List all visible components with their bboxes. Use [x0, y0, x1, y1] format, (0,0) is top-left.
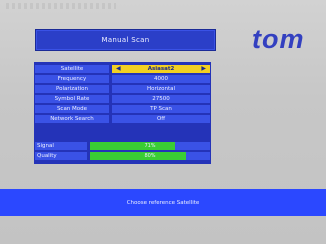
setting-value[interactable]: Horizontal	[112, 85, 210, 93]
setting-label: Network Search	[35, 115, 109, 123]
setting-row-symbol-rate[interactable]: Symbol Rate 27500	[34, 94, 211, 104]
setting-value-selected[interactable]: ◀ Asiasat2 ▶	[112, 65, 210, 73]
meter-percent: 80%	[144, 153, 156, 159]
setting-label: Polarization	[35, 85, 109, 93]
setting-row-network-search[interactable]: Network Search Off	[34, 114, 211, 124]
meter-label: Quality	[35, 152, 87, 160]
right-arrow-icon[interactable]: ▶	[201, 65, 206, 72]
setting-row-satellite[interactable]: Satellite ◀ Asiasat2 ▶	[34, 64, 211, 74]
setting-row-scan-mode[interactable]: Scan Mode TP Scan	[34, 104, 211, 114]
setting-value[interactable]: 4000	[112, 75, 210, 83]
setting-value[interactable]: 27500	[112, 95, 210, 103]
scan-settings-panel: Satellite ◀ Asiasat2 ▶ Frequency 4000 Po…	[34, 62, 211, 164]
quality-meter: Quality 80%	[34, 151, 211, 161]
setting-label: Satellite	[35, 65, 109, 73]
brand-logo: tom	[252, 24, 305, 54]
setting-value[interactable]: Off	[112, 115, 210, 123]
setting-row-frequency[interactable]: Frequency 4000	[34, 74, 211, 84]
meter-label: Signal	[35, 142, 87, 150]
setting-value[interactable]: TP Scan	[112, 105, 210, 113]
left-arrow-icon[interactable]: ◀	[116, 65, 121, 72]
tv-screen: Manual Scan tom Satellite ◀ Asiasat2 ▶ F…	[0, 0, 326, 244]
setting-label: Scan Mode	[35, 105, 109, 113]
meter-track: 71%	[90, 142, 210, 150]
meter-track: 80%	[90, 152, 210, 160]
signal-meter: Signal 71%	[34, 141, 211, 151]
setting-label: Frequency	[35, 75, 109, 83]
page-title: Manual Scan	[35, 29, 216, 51]
setting-row-polarization[interactable]: Polarization Horizontal	[34, 84, 211, 94]
meter-percent: 71%	[144, 143, 156, 149]
signal-noise-strip	[6, 3, 116, 9]
setting-label: Symbol Rate	[35, 95, 109, 103]
help-bar: Choose reference Satellite	[0, 189, 326, 216]
setting-value-text: Asiasat2	[147, 66, 175, 72]
